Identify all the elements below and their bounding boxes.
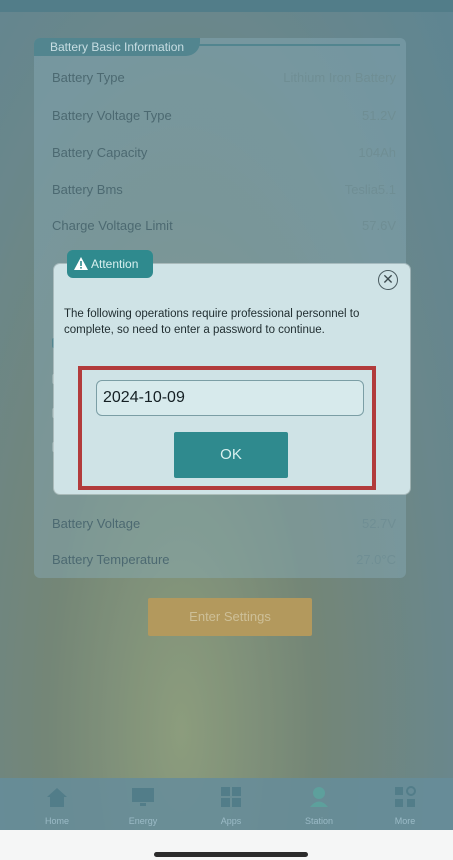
password-input[interactable]: [96, 380, 364, 416]
home-indicator-area: [0, 830, 453, 860]
attention-label: Attention: [91, 257, 139, 271]
warning-icon: [74, 257, 88, 270]
ok-button[interactable]: OK: [174, 432, 288, 478]
attention-tab: Attention: [67, 250, 153, 278]
dialog-message: The following operations require profess…: [64, 308, 360, 336]
close-icon[interactable]: ✕: [378, 270, 398, 290]
app-screen: Battery Basic Information Battery Type L…: [0, 0, 453, 860]
home-indicator[interactable]: [154, 852, 308, 857]
password-dialog: Attention ✕ The following operations req…: [54, 250, 410, 494]
